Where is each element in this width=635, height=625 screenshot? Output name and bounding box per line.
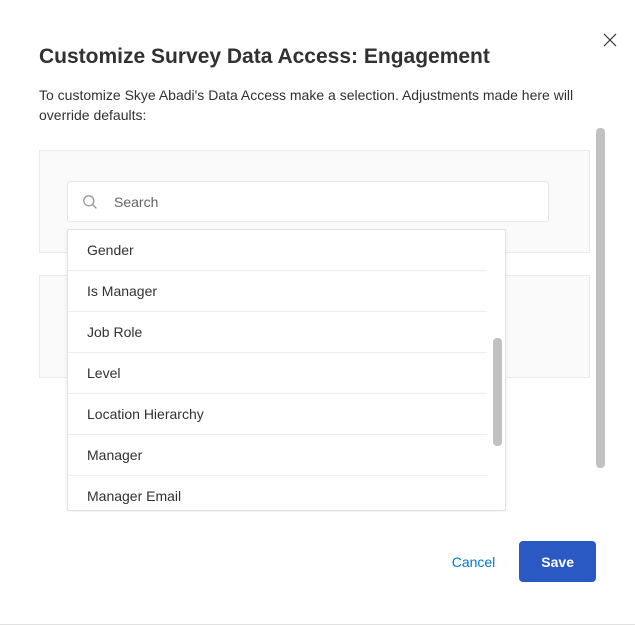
outer-scrollbar-thumb[interactable] — [596, 128, 605, 468]
search-icon — [82, 194, 98, 210]
list-item[interactable]: Is Manager — [68, 271, 487, 312]
dropdown-panel: Gender Is Manager Job Role Level Locatio… — [67, 229, 506, 511]
close-button[interactable] — [598, 29, 622, 53]
dropdown-scrollbar-track[interactable] — [493, 233, 502, 506]
outer-scrollbar-track[interactable] — [596, 128, 605, 512]
list-item[interactable]: Gender — [68, 230, 487, 271]
save-button[interactable]: Save — [519, 541, 596, 582]
search-box[interactable] — [67, 181, 549, 222]
list-item[interactable]: Manager Email — [68, 476, 487, 510]
search-input[interactable] — [114, 194, 534, 210]
dialog-title: Customize Survey Data Access: Engagement — [39, 45, 490, 69]
close-icon — [603, 31, 617, 52]
dropdown-list: Gender Is Manager Job Role Level Locatio… — [68, 230, 505, 510]
dropdown-scrollbar-thumb[interactable] — [493, 338, 502, 446]
list-item[interactable]: Job Role — [68, 312, 487, 353]
dialog-description: To customize Skye Abadi's Data Access ma… — [39, 86, 595, 125]
list-item[interactable]: Location Hierarchy — [68, 394, 487, 435]
dialog-footer: Cancel Save — [448, 541, 596, 582]
cancel-button[interactable]: Cancel — [448, 548, 500, 576]
list-item[interactable]: Level — [68, 353, 487, 394]
list-item[interactable]: Manager — [68, 435, 487, 476]
content-area: Gender Is Manager Job Role Level Locatio… — [39, 128, 605, 512]
